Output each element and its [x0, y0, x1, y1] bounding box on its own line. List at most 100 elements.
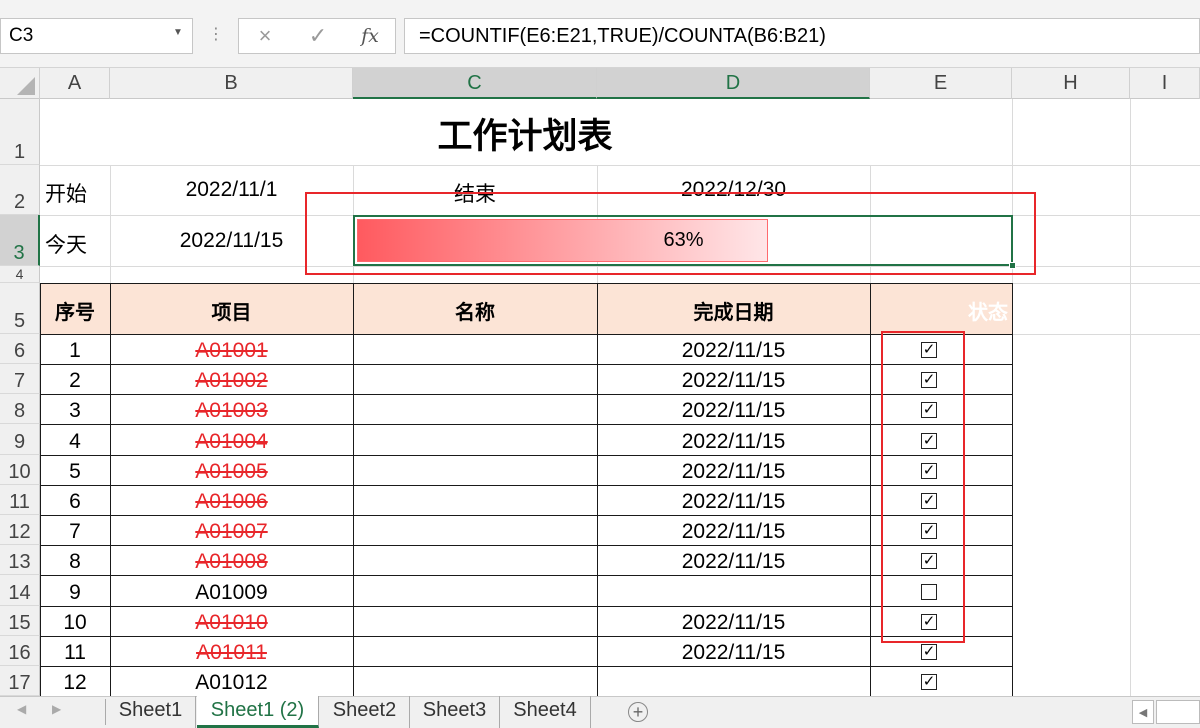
tab-sheet3[interactable]: Sheet3	[410, 696, 500, 728]
cell-item: A01011	[196, 641, 267, 664]
cell-date: 2022/11/15	[681, 641, 786, 664]
tab-next-icon[interactable]: ▶	[52, 702, 61, 716]
table-row[interactable]: 3 A01003 2022/11/15 ✓	[40, 394, 1012, 424]
row-header-7[interactable]: 7	[0, 364, 40, 394]
status-checkbox-checked[interactable]: ✓	[921, 644, 937, 660]
add-sheet-icon[interactable]: +	[628, 702, 648, 722]
table-header-item: 项目	[211, 302, 252, 324]
column-header-b[interactable]: B	[110, 68, 353, 99]
column-header-a[interactable]: A	[40, 68, 110, 99]
column-header-e[interactable]: E	[870, 68, 1012, 99]
tab-sheet4[interactable]: Sheet4	[500, 696, 591, 728]
cell-date: 2022/11/15	[681, 490, 786, 513]
enter-icon[interactable]: ✓	[303, 21, 333, 51]
row-header-2[interactable]: 2	[0, 165, 40, 215]
tab-prev-icon[interactable]: ◀	[17, 702, 26, 716]
table-row[interactable]: 10 A01010 2022/11/15 ✓	[40, 606, 1012, 636]
cell-item: A01002	[195, 369, 268, 392]
column-header-i[interactable]: I	[1130, 68, 1200, 99]
insert-function-button[interactable]: fx	[355, 21, 385, 51]
cell-no: 4	[69, 430, 81, 453]
row-header-9[interactable]: 9	[0, 424, 40, 455]
scroll-left-icon[interactable]: ◀	[1132, 700, 1154, 724]
column-header-c[interactable]: C	[353, 68, 597, 99]
cell-no: 12	[63, 671, 87, 694]
cell-no: 7	[69, 520, 81, 543]
row-header-17[interactable]: 17	[0, 666, 40, 696]
table-header-status: 状态	[968, 302, 1008, 324]
table-border	[40, 334, 1013, 335]
tab-sheet1[interactable]: Sheet1	[106, 696, 196, 728]
task-table: 序号 项目 名称 完成日期 状态 1 A01001 2022/11/15 ✓ 2 A01002 202…	[40, 283, 1013, 697]
row-header-5[interactable]: 5	[0, 283, 40, 334]
tab-sheet2[interactable]: Sheet2	[320, 696, 410, 728]
cell-item: A01006	[195, 490, 268, 513]
cell-item: A01004	[195, 430, 268, 453]
row-header-4[interactable]: 4	[0, 266, 40, 283]
formula-input[interactable]: =COUNTIF(E6:E21,TRUE)/COUNTA(B6:B21)	[404, 18, 1200, 54]
table-header-name: 名称	[455, 302, 495, 324]
row-header-10[interactable]: 10	[0, 455, 40, 485]
cell-item: A01009	[195, 581, 268, 604]
today-label: 今天	[45, 234, 87, 257]
cell-item: A01012	[195, 671, 268, 694]
row-header-1[interactable]: 1	[0, 99, 40, 165]
cancel-icon[interactable]: ×	[250, 21, 280, 51]
cell-no: 1	[69, 339, 81, 362]
row-header-12[interactable]: 12	[0, 515, 40, 545]
table-border	[40, 283, 1013, 284]
table-border	[353, 283, 354, 697]
cell-item: A01007	[195, 520, 268, 543]
table-border	[1012, 283, 1013, 697]
row-header-6[interactable]: 6	[0, 334, 40, 364]
table-row[interactable]: 1 A01001 2022/11/15 ✓	[40, 334, 1012, 364]
table-row[interactable]: 2 A01002 2022/11/15 ✓	[40, 364, 1012, 394]
column-header-d[interactable]: D	[597, 68, 870, 99]
table-border	[40, 606, 1013, 607]
table-row[interactable]: 11 A01011 2022/11/15 ✓	[40, 636, 1012, 666]
cell-date: 2022/11/15	[681, 611, 786, 634]
cell-item: A01008	[195, 550, 268, 573]
row-header-13[interactable]: 13	[0, 545, 40, 575]
status-checkbox-checked[interactable]: ✓	[921, 674, 937, 690]
column-header-h[interactable]: H	[1012, 68, 1130, 99]
name-box[interactable]: C3	[0, 18, 193, 54]
cell-item: A01003	[195, 399, 268, 422]
cell-date: 2022/11/15	[681, 430, 786, 453]
chevron-down-icon[interactable]: ▼	[173, 27, 183, 38]
table-row[interactable]: 8 A01008 2022/11/15 ✓	[40, 545, 1012, 575]
row-header-3[interactable]: 3	[0, 215, 40, 266]
cell-no: 8	[69, 550, 81, 573]
row-header-16[interactable]: 16	[0, 636, 40, 666]
table-row[interactable]: 4 A01004 2022/11/15 ✓	[40, 424, 1012, 455]
row-header-8[interactable]: 8	[0, 394, 40, 424]
table-border	[40, 636, 1013, 637]
row-header-11[interactable]: 11	[0, 485, 40, 515]
table-border	[40, 283, 41, 697]
cell-no: 2	[69, 369, 81, 392]
table-row[interactable]: 7 A01007 2022/11/15 ✓	[40, 515, 1012, 545]
table-border	[40, 424, 1013, 425]
table-row[interactable]: 6 A01006 2022/11/15 ✓	[40, 485, 1012, 515]
gridline	[1130, 99, 1131, 696]
cell-item: A01001	[195, 339, 268, 362]
annotation-box-progress	[305, 192, 1036, 275]
sheet-title: 工作计划表	[437, 117, 613, 156]
table-row[interactable]: 5 A01005 2022/11/15 ✓	[40, 455, 1012, 485]
table-row[interactable]: 9 A01009	[40, 575, 1012, 606]
horizontal-scrollbar[interactable]	[1156, 700, 1200, 724]
table-header-no: 序号	[55, 302, 95, 324]
table-border	[40, 394, 1013, 395]
gridline	[40, 165, 1200, 166]
cell-no: 10	[63, 611, 87, 634]
cell-item: A01010	[195, 611, 268, 634]
tab-sheet1-2[interactable]: Sheet1 (2)	[197, 696, 319, 728]
cell-no: 11	[64, 641, 86, 664]
row-header-15[interactable]: 15	[0, 606, 40, 636]
cell-date: 2022/11/15	[681, 460, 786, 483]
cell-date: 2022/11/15	[681, 369, 786, 392]
table-border	[110, 283, 111, 697]
cell-no: 9	[69, 581, 81, 604]
row-header-14[interactable]: 14	[0, 575, 40, 606]
table-row[interactable]: 12 A01012 ✓	[40, 666, 1012, 696]
